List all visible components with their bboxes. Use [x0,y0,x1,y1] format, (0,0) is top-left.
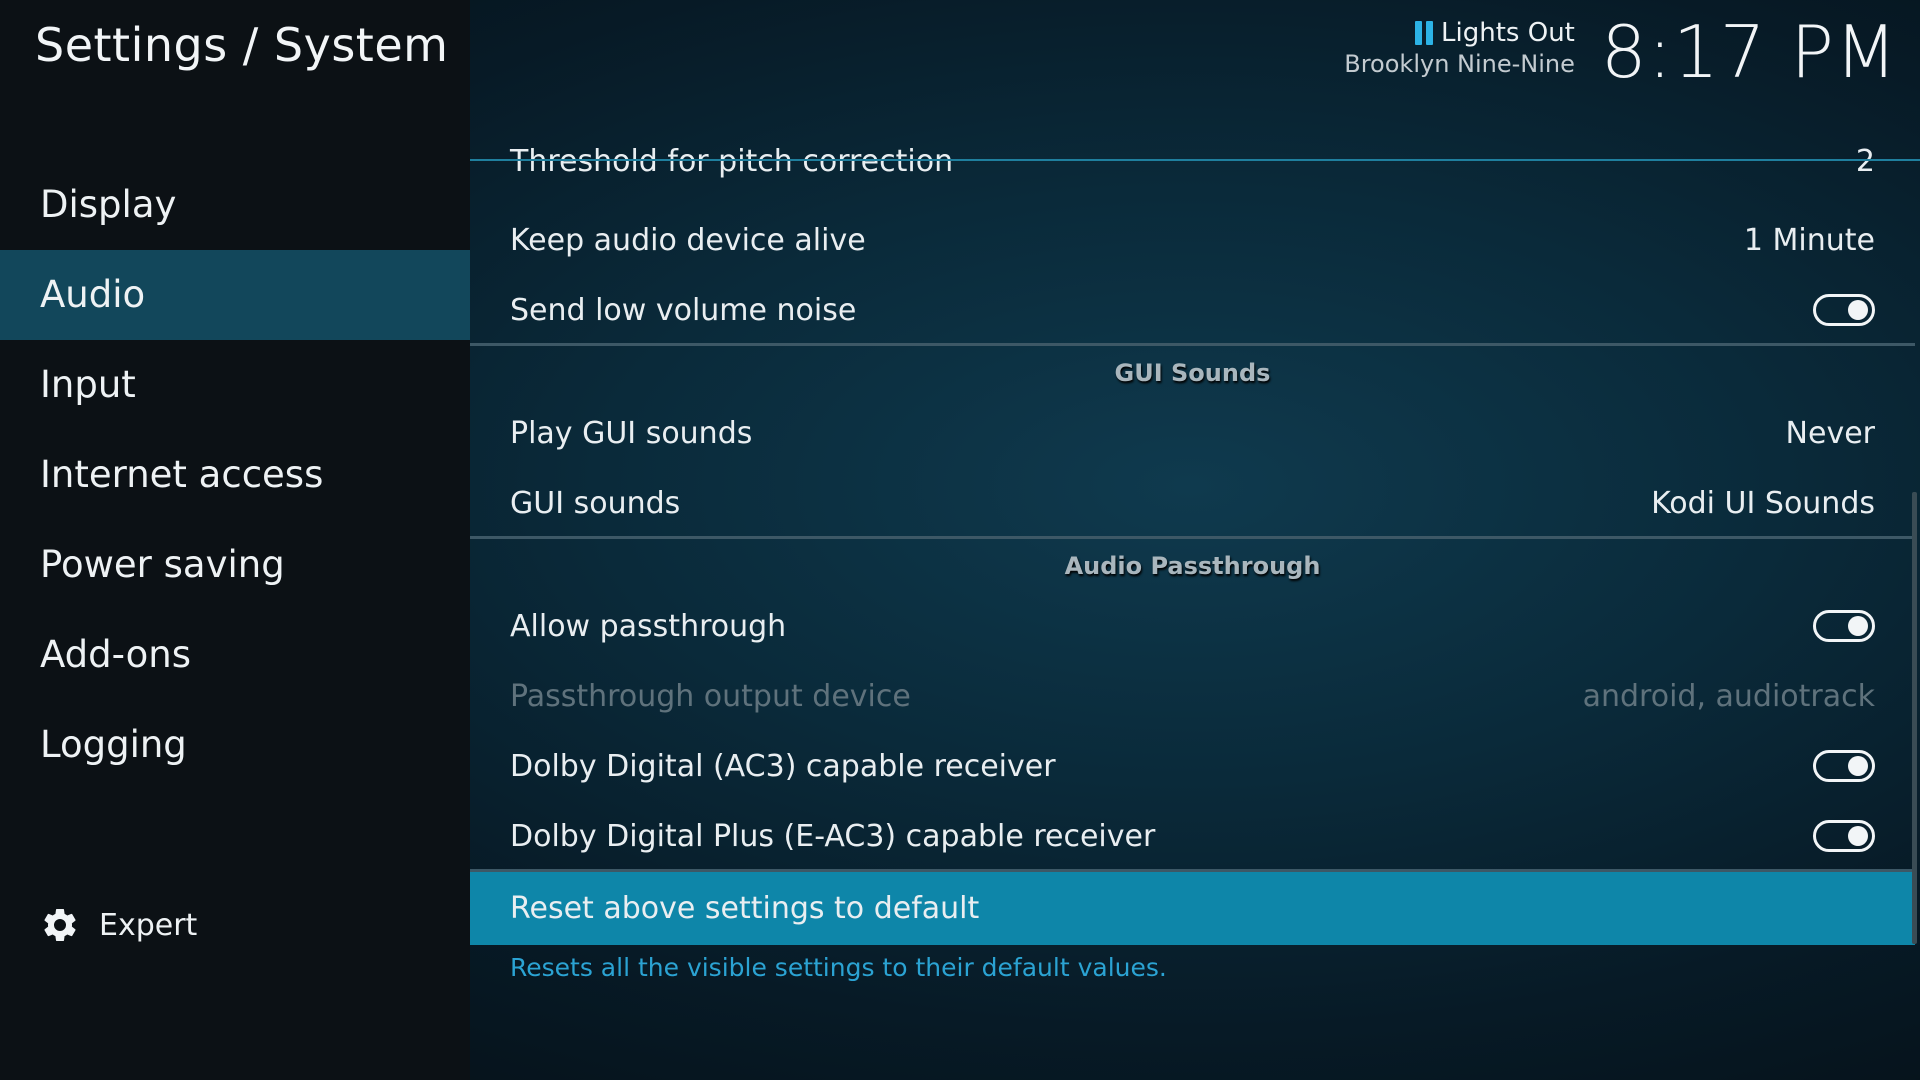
group-heading-audio-passthrough: Audio Passthrough [1064,552,1321,580]
setting-play-gui-sounds[interactable]: Play GUI sounds Never [470,398,1915,468]
settings-level-button[interactable]: Expert [40,900,197,950]
setting-label: Threshold for pitch correction [510,143,954,179]
sidebar-item-audio[interactable]: Audio [0,250,470,340]
sidebar-item-input[interactable]: Input [0,340,470,430]
setting-keep-audio-device-alive[interactable]: Keep audio device alive 1 Minute [470,205,1915,275]
setting-label: Send low volume noise [510,292,857,328]
setting-gui-sounds[interactable]: GUI sounds Kodi UI Sounds [470,468,1915,538]
sidebar-nav: Display Audio Input Internet access Powe… [0,160,470,790]
setting-value: 1 Minute [1743,222,1875,258]
pause-icon [1415,21,1434,45]
setting-value: 2 [1855,143,1875,179]
setting-label: Play GUI sounds [510,415,753,451]
now-playing-show: Brooklyn Nine-Nine [1344,50,1575,78]
setting-description: Resets all the visible settings to their… [510,953,1167,982]
setting-dolby-digital-plus-eac3[interactable]: Dolby Digital Plus (E-AC3) capable recei… [470,801,1915,871]
toggle-switch[interactable] [1813,820,1875,852]
setting-label: Allow passthrough [510,608,787,644]
group-heading-gui-sounds: GUI Sounds [1114,359,1271,387]
setting-value: android, audiotrack [1582,678,1875,714]
toggle-switch[interactable] [1813,750,1875,782]
toggle-switch[interactable] [1813,610,1875,642]
setting-label: Reset above settings to default [510,891,980,926]
gear-icon [44,908,76,941]
page-title: Settings / System [35,18,449,72]
setting-value: Kodi UI Sounds [1651,485,1875,521]
setting-passthrough-output-device: Passthrough output device android, audio… [470,661,1915,731]
sidebar-item-add-ons[interactable]: Add-ons [0,610,470,700]
setting-pitch-correction-threshold[interactable]: Threshold for pitch correction 2 [470,140,1915,196]
setting-label: Dolby Digital Plus (E-AC3) capable recei… [510,818,1156,854]
toggle-knob [1848,300,1868,320]
header-info: Lights Out Brooklyn Nine-Nine 8:17 PM [1344,10,1898,94]
toggle-knob [1848,756,1868,776]
setting-label: Dolby Digital (AC3) capable receiver [510,748,1056,784]
sidebar-item-power-saving[interactable]: Power saving [0,520,470,610]
toggle-knob [1848,616,1868,636]
setting-label: Passthrough output device [510,678,911,714]
scrollbar[interactable] [1912,492,1917,944]
now-playing-title: Lights Out [1441,18,1575,48]
reset-settings-button[interactable]: Reset above settings to default [470,872,1915,945]
setting-dolby-digital-ac3[interactable]: Dolby Digital (AC3) capable receiver [470,731,1915,801]
settings-level-label: Expert [99,907,198,943]
toggle-knob [1848,826,1868,846]
settings-list: Threshold for pitch correction 2 Keep au… [470,140,1920,950]
toggle-switch[interactable] [1813,294,1875,326]
kodi-settings-screen: Settings / System Display Audio Input In… [0,0,1920,1080]
setting-value: Never [1785,415,1875,451]
setting-allow-passthrough[interactable]: Allow passthrough [470,591,1915,661]
sidebar-item-logging[interactable]: Logging [0,700,470,790]
sidebar: Settings / System Display Audio Input In… [0,0,470,1080]
now-playing: Lights Out Brooklyn Nine-Nine [1344,18,1575,78]
sidebar-item-display[interactable]: Display [0,160,470,250]
clock: 8:17 PM [1600,10,1898,94]
list-top-divider [470,159,1920,161]
setting-send-low-volume-noise[interactable]: Send low volume noise [470,275,1915,345]
setting-label: Keep audio device alive [510,222,866,258]
sidebar-item-internet-access[interactable]: Internet access [0,430,470,520]
setting-label: GUI sounds [510,485,681,521]
